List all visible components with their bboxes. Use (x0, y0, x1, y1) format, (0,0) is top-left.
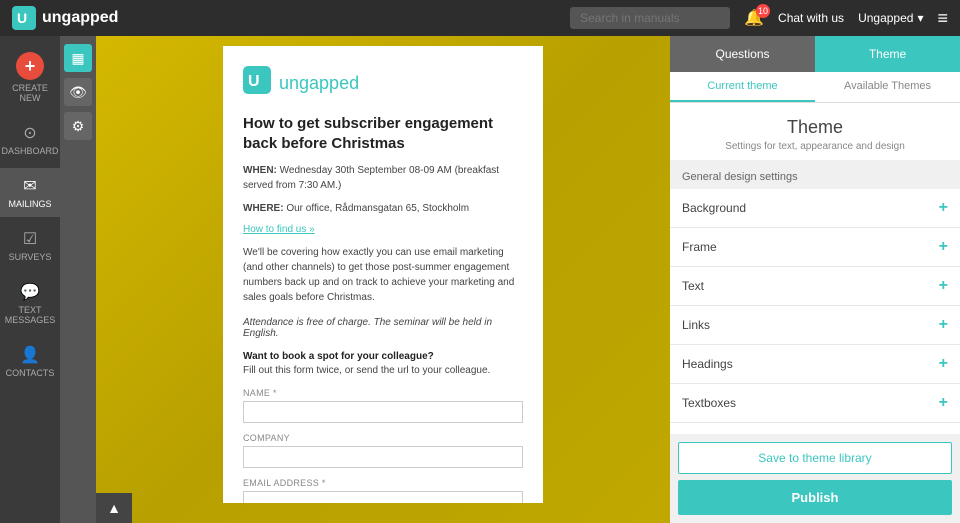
settings-section: General design settings Background + Fra… (670, 161, 960, 434)
preview-where-value: Our office, Rådmansgatan 65, Stockholm (286, 203, 469, 214)
sidebar-item-text-messages[interactable]: 💬 TEXT MESSAGES (0, 274, 60, 333)
sidebar-item-label: CREATE NEW (4, 83, 56, 103)
settings-row-background[interactable]: Background + (670, 189, 960, 228)
panel-bottom: Save to theme library Publish (670, 434, 960, 523)
toolbar-preview-button[interactable]: 👁 (64, 78, 92, 106)
svg-text:U: U (248, 73, 260, 90)
preview-logo: U ungapped (243, 66, 523, 100)
chat-button[interactable]: Chat with us (778, 11, 844, 25)
preview-logo-icon: U (243, 66, 271, 100)
sidebar-item-label: CONTACTS (6, 368, 55, 378)
toolbar-settings-button[interactable]: ⚙ (64, 112, 92, 140)
theme-subtitle: Settings for text, appearance and design (680, 141, 950, 152)
preview-meta-where: WHERE: Our office, Rådmansgatan 65, Stoc… (243, 201, 523, 216)
sub-tab-current-theme[interactable]: Current theme (670, 72, 815, 102)
expand-textboxes-icon: + (939, 394, 948, 412)
settings-row-frame[interactable]: Frame + (670, 228, 960, 267)
preview-area: U ungapped How to get subscriber engagem… (96, 36, 670, 523)
settings-row-radiobuttons[interactable]: Radiobuttons and checkboxes + (670, 423, 960, 434)
notifications-bell[interactable]: 🔔 10 (744, 8, 764, 28)
expand-frame-icon: + (939, 238, 948, 256)
icon-toolbar: ▦ 👁 ⚙ (60, 36, 96, 523)
app-header: U ungapped 🔔 10 Chat with us Ungapped ▾ … (0, 0, 960, 36)
theme-sub-tabs: Current theme Available Themes (670, 72, 960, 103)
preview-scroll-button[interactable]: ▲ (96, 493, 132, 523)
field-email-label: EMAIL ADDRESS * (243, 478, 523, 488)
logo: U ungapped (12, 6, 118, 30)
preview-italic-note: Attendance is free of charge. The semina… (243, 317, 523, 339)
field-email-input[interactable] (243, 491, 523, 503)
expand-background-icon: + (939, 199, 948, 217)
theme-header: Theme Settings for text, appearance and … (670, 103, 960, 161)
preview-content: U ungapped How to get subscriber engagem… (223, 46, 543, 503)
find-us-link[interactable]: How to find us » (243, 224, 523, 235)
text-messages-icon: 💬 (20, 282, 40, 302)
field-name-label: NAME * (243, 388, 523, 398)
field-company-label: COMPANY (243, 433, 523, 443)
contacts-icon: 👤 (20, 345, 40, 365)
sidebar: + CREATE NEW ⊙ DASHBOARD ✉ MAILINGS ☑ SU… (0, 36, 60, 523)
logo-icon: U (12, 6, 36, 30)
sidebar-item-label: TEXT MESSAGES (4, 305, 56, 325)
settings-row-links[interactable]: Links + (670, 306, 960, 345)
logo-text: ungapped (42, 9, 118, 27)
main-layout: + CREATE NEW ⊙ DASHBOARD ✉ MAILINGS ☑ SU… (0, 36, 960, 523)
preview-when-value: Wednesday 30th September 08-09 AM (break… (243, 165, 499, 191)
surveys-icon: ☑ (23, 229, 37, 249)
dashboard-icon: ⊙ (23, 123, 36, 143)
sidebar-item-create-new[interactable]: + CREATE NEW (0, 44, 60, 111)
expand-headings-icon: + (939, 355, 948, 373)
create-new-icon: + (16, 52, 44, 80)
notification-badge: 10 (756, 4, 770, 18)
right-panel: Questions Theme Current theme Available … (670, 36, 960, 523)
settings-row-headings[interactable]: Headings + (670, 345, 960, 384)
expand-text-icon: + (939, 277, 948, 295)
preview-colleague-label: Want to book a spot for your colleague? (243, 351, 523, 362)
preview-title: How to get subscriber engagement back be… (243, 114, 523, 153)
header-right: 🔔 10 Chat with us Ungapped ▾ ≡ (570, 7, 948, 29)
sidebar-item-dashboard[interactable]: ⊙ DASHBOARD (0, 115, 60, 164)
user-menu[interactable]: Ungapped ▾ (858, 11, 923, 25)
settings-row-textboxes[interactable]: Textboxes + (670, 384, 960, 423)
general-design-label: General design settings (670, 161, 960, 189)
expand-links-icon: + (939, 316, 948, 334)
preview-body: We'll be covering how exactly you can us… (243, 245, 523, 305)
search-input[interactable] (570, 7, 730, 29)
svg-text:U: U (17, 10, 27, 26)
toolbar-grid-button[interactable]: ▦ (64, 44, 92, 72)
sidebar-item-label: DASHBOARD (2, 146, 59, 156)
preview-logo-text: ungapped (279, 73, 359, 94)
preview-sub-label: Fill out this form twice, or send the ur… (243, 365, 523, 376)
sidebar-item-surveys[interactable]: ☑ SURVEYS (0, 221, 60, 270)
save-to-library-button[interactable]: Save to theme library (678, 442, 952, 474)
tab-theme[interactable]: Theme (815, 36, 960, 72)
sidebar-item-mailings[interactable]: ✉ MAILINGS (0, 168, 60, 217)
preview-meta-when: WHEN: Wednesday 30th September 08-09 AM … (243, 163, 523, 193)
sidebar-item-label: MAILINGS (8, 199, 51, 209)
mailings-icon: ✉ (23, 176, 36, 196)
theme-title: Theme (680, 117, 950, 138)
sidebar-item-contacts[interactable]: 👤 CONTACTS (0, 337, 60, 386)
preview-where-label: WHERE: (243, 203, 284, 214)
publish-button[interactable]: Publish (678, 480, 952, 515)
field-company-input[interactable] (243, 446, 523, 468)
preview-when-label: WHEN: (243, 165, 277, 176)
field-name-input[interactable] (243, 401, 523, 423)
sidebar-item-label: SURVEYS (9, 252, 52, 262)
settings-row-text[interactable]: Text + (670, 267, 960, 306)
sub-tab-available-themes[interactable]: Available Themes (815, 72, 960, 102)
hamburger-menu[interactable]: ≡ (937, 8, 948, 29)
panel-tabs: Questions Theme (670, 36, 960, 72)
tab-questions[interactable]: Questions (670, 36, 815, 72)
